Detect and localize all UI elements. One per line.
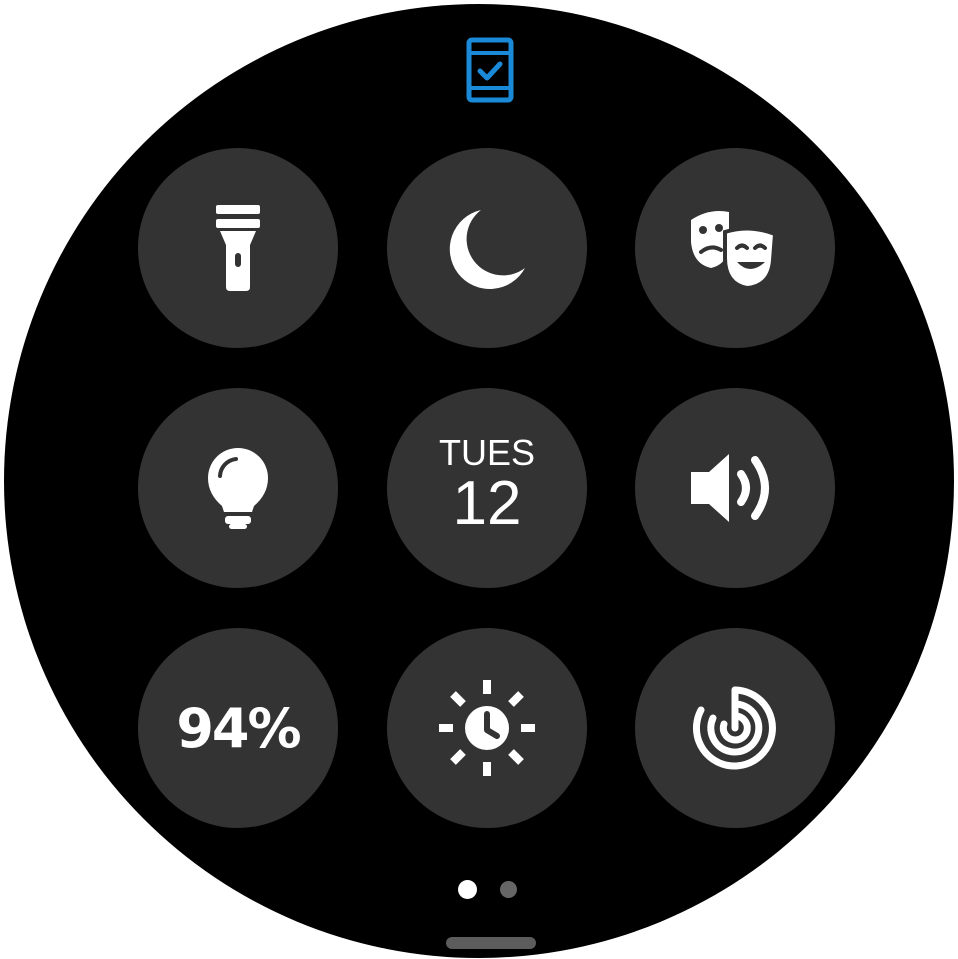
screen: TUES 12 94%: [0, 0, 958, 959]
speaker-volume-icon: [687, 446, 783, 530]
brightness-button[interactable]: [387, 628, 587, 828]
theater-masks-icon: [687, 206, 783, 290]
lightbulb-icon: [206, 446, 270, 530]
battery-tile[interactable]: 94%: [138, 628, 338, 828]
battery-percentage: 94%: [176, 696, 301, 760]
date-tile[interactable]: TUES 12: [387, 388, 587, 588]
day-number: 12: [452, 469, 522, 538]
radar-icon: [693, 686, 777, 770]
always-on-display-button[interactable]: [138, 388, 338, 588]
bottom-handle[interactable]: [446, 937, 536, 949]
page-dot-active[interactable]: [458, 880, 477, 899]
page-dot-inactive[interactable]: [500, 881, 517, 898]
flashlight-icon: [216, 205, 260, 291]
day-label: TUES: [438, 432, 535, 473]
find-my-phone-button[interactable]: [635, 628, 835, 828]
flashlight-button[interactable]: [138, 148, 338, 348]
moon-icon: [445, 206, 529, 290]
theater-mode-button[interactable]: [635, 148, 835, 348]
page-indicator: [458, 880, 528, 900]
do-not-disturb-button[interactable]: [387, 148, 587, 348]
sound-button[interactable]: [635, 388, 835, 588]
watch-face: TUES 12 94%: [4, 4, 954, 958]
sun-clock-icon: [437, 678, 537, 778]
phone-checkmark-icon: [466, 37, 514, 103]
